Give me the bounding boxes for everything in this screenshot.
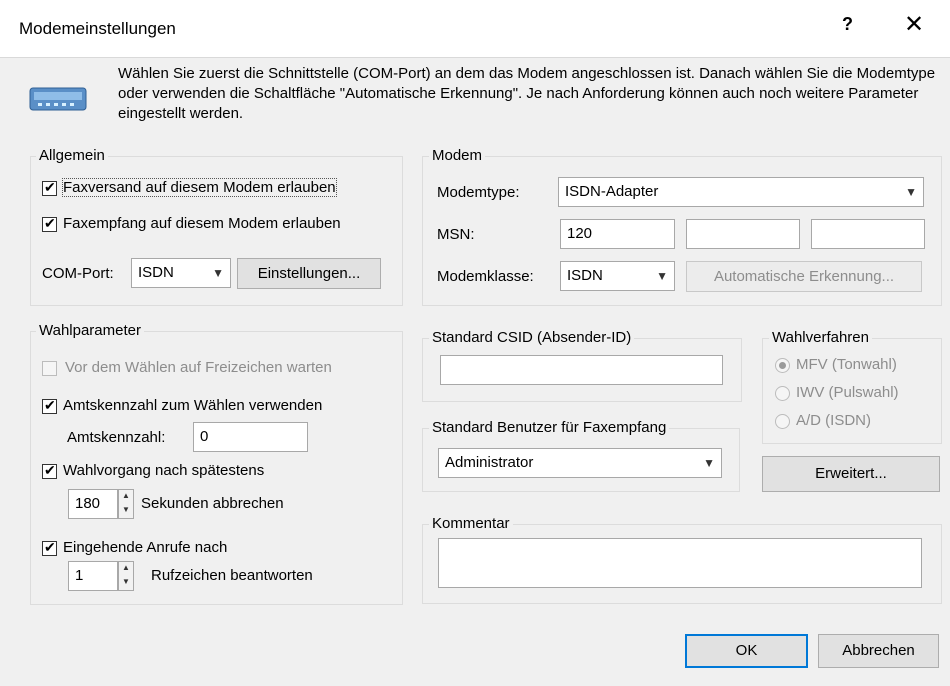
benutzer-select[interactable]: Administrator ▼ xyxy=(438,448,722,478)
group-wahlparameter-title: Wahlparameter xyxy=(36,322,144,339)
msn-input-1[interactable]: 120 xyxy=(560,219,675,249)
spin-down-icon[interactable]: ▼ xyxy=(119,504,133,518)
iwv-radio[interactable] xyxy=(775,386,790,401)
msn-input-3[interactable] xyxy=(811,219,925,249)
ad-label: A/D (ISDN) xyxy=(796,412,871,429)
intro-text: Wählen Sie zuerst die Schnittstelle (COM… xyxy=(118,65,936,122)
modemtype-label: Modemtype: xyxy=(437,184,520,201)
amtskennzahl-label: Amtskennzahl: xyxy=(67,429,166,446)
rings-input[interactable]: 1 xyxy=(68,561,118,591)
kommentar-textarea[interactable] xyxy=(438,538,922,588)
faxversand-checkbox[interactable] xyxy=(42,179,57,196)
abbrechen-button[interactable]: Abbrechen xyxy=(818,634,939,668)
group-kommentar-title: Kommentar xyxy=(429,515,513,532)
com-port-label: COM-Port: xyxy=(42,265,114,282)
ok-button[interactable]: OK xyxy=(685,634,808,668)
amtskennzahl-input[interactable]: 0 xyxy=(193,422,308,452)
group-benutzer-title: Standard Benutzer für Faxempfang xyxy=(429,419,670,436)
csid-input[interactable] xyxy=(440,355,723,385)
eingehend-label: Eingehende Anrufe nach xyxy=(63,539,228,556)
group-wahlverfahren-title: Wahlverfahren xyxy=(769,329,872,346)
freizeichen-label: Vor dem Wählen auf Freizeichen warten xyxy=(65,359,332,376)
auto-detect-button[interactable]: Automatische Erkennung... xyxy=(686,261,922,292)
wahlvorgang-label: Wahlvorgang nach spätestens xyxy=(63,462,265,479)
faxempfang-checkbox[interactable] xyxy=(42,215,57,232)
mfv-radio[interactable] xyxy=(775,358,790,373)
help-button[interactable]: ? xyxy=(842,14,853,35)
erweitert-button[interactable]: Erweitert... xyxy=(762,456,940,492)
group-allgemein-title: Allgemein xyxy=(36,147,108,164)
seconds-label: Sekunden abbrechen xyxy=(141,495,284,512)
msn-label: MSN: xyxy=(437,226,475,243)
msn-input-2[interactable] xyxy=(686,219,800,249)
close-button[interactable]: ✕ xyxy=(904,10,924,39)
com-port-select[interactable]: ISDN ▼ xyxy=(131,258,231,288)
mfv-label: MFV (Tonwahl) xyxy=(796,356,897,373)
spin-up-icon[interactable]: ▲ xyxy=(119,562,133,576)
rings-spinner[interactable]: ▲ ▼ xyxy=(118,561,134,591)
ad-radio[interactable] xyxy=(775,414,790,429)
chevron-down-icon: ▼ xyxy=(656,269,668,283)
title-bar: Modemeinstellungen ? ✕ xyxy=(0,0,950,58)
group-csid-title: Standard CSID (Absender-ID) xyxy=(429,329,635,346)
modemtype-select[interactable]: ISDN-Adapter ▼ xyxy=(558,177,924,207)
chevron-down-icon: ▼ xyxy=(905,185,917,199)
rings-label: Rufzeichen beantworten xyxy=(151,567,313,584)
wahlvorgang-checkbox[interactable] xyxy=(42,462,57,479)
spin-up-icon[interactable]: ▲ xyxy=(119,490,133,504)
einstellungen-button[interactable]: Einstellungen... xyxy=(237,258,381,289)
amtskennzahl-checkbox[interactable] xyxy=(42,397,57,414)
faxempfang-label: Faxempfang auf diesem Modem erlauben xyxy=(63,215,341,232)
eingehend-checkbox[interactable] xyxy=(42,539,57,556)
freizeichen-checkbox[interactable] xyxy=(42,361,57,376)
iwv-label: IWV (Pulswahl) xyxy=(796,384,899,401)
seconds-spinner[interactable]: ▲ ▼ xyxy=(118,489,134,519)
chevron-down-icon: ▼ xyxy=(212,266,224,280)
modem-icon xyxy=(29,87,87,111)
modemklasse-label: Modemklasse: xyxy=(437,268,534,285)
amtskennzahl-use-label: Amtskennzahl zum Wählen verwenden xyxy=(63,397,323,414)
spin-down-icon[interactable]: ▼ xyxy=(119,576,133,590)
chevron-down-icon: ▼ xyxy=(703,456,715,470)
faxversand-label: Faxversand auf diesem Modem erlauben xyxy=(62,178,337,197)
seconds-input[interactable]: 180 xyxy=(68,489,118,519)
window-title: Modemeinstellungen xyxy=(19,19,176,38)
modemklasse-select[interactable]: ISDN ▼ xyxy=(560,261,675,291)
group-modem-title: Modem xyxy=(429,147,486,164)
